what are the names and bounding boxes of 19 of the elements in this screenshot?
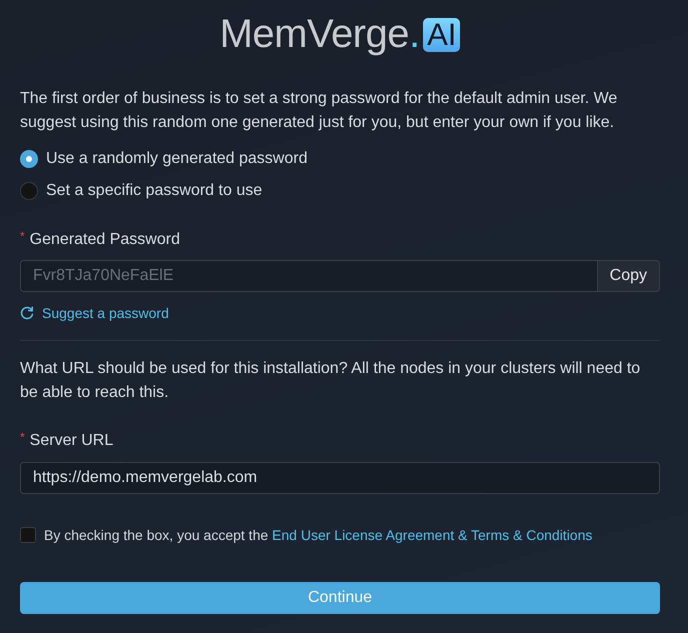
required-mark: * xyxy=(20,429,25,445)
logo-badge: AI xyxy=(423,18,460,52)
logo-dot: . xyxy=(409,12,420,56)
intro-text: What URL should be used for this installation? All the nodes in your clusters will need to be able to reach this. xyxy=(20,359,642,403)
field-label: Generated Password xyxy=(30,230,180,250)
field-label: Server URL xyxy=(30,431,114,451)
radio-button[interactable] xyxy=(20,150,38,168)
logo-wordmark: MemVerge xyxy=(220,12,409,56)
radio-label[interactable]: Use a randomly generated password xyxy=(46,149,308,169)
agreement-text: By checking the box, you accept the End User License Agreement & Terms & Conditions xyxy=(44,526,592,545)
refresh-icon[interactable] xyxy=(20,306,34,320)
intro-text: The first order of business is to set a strong password for the default admin user. We suggest using this random one generated just for you, but enter your own if you like. xyxy=(20,89,618,133)
suggest-password-link[interactable]: Suggest a password xyxy=(42,303,169,323)
checkbox[interactable] xyxy=(20,527,36,543)
radio-button[interactable] xyxy=(20,182,38,200)
required-mark: * xyxy=(20,228,25,244)
url-field[interactable]: https://demo.memvergelab.com xyxy=(20,462,660,494)
license-link[interactable]: End User License Agreement & Terms & Conditions xyxy=(272,527,592,543)
radio-label[interactable]: Set a specific password to use xyxy=(46,181,262,201)
